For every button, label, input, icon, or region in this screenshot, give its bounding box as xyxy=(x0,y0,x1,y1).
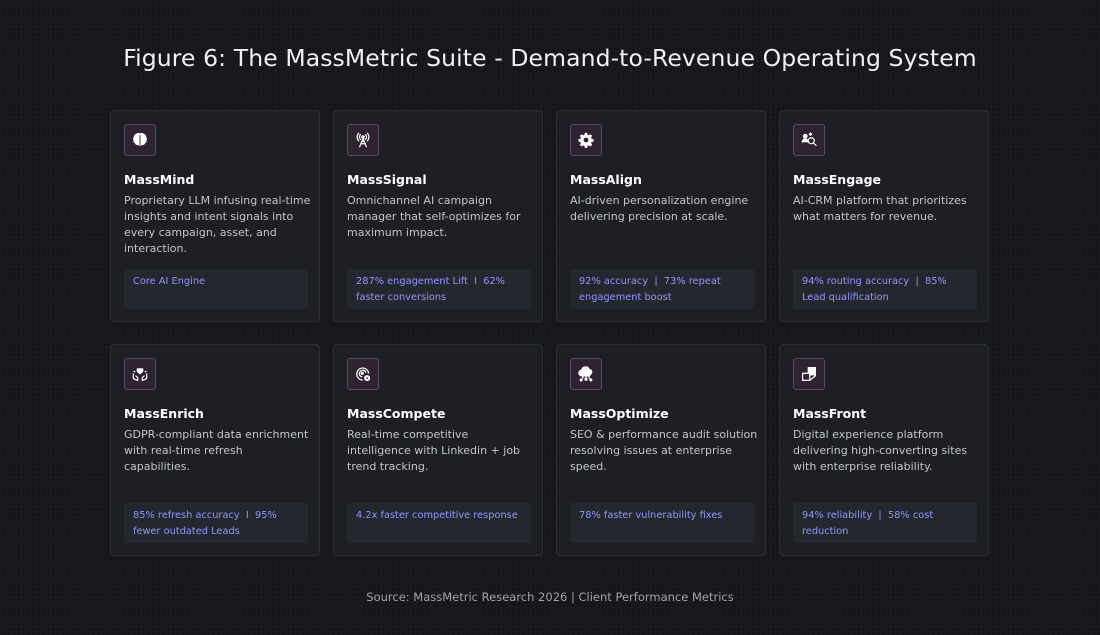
product-name: MassOptimize xyxy=(570,406,669,421)
product-card-massfront: MassFront Digital experience platform de… xyxy=(779,344,989,556)
product-name: MassAlign xyxy=(570,172,642,187)
product-card-massoptimize: MassOptimize SEO & performance audit sol… xyxy=(556,344,766,556)
metric-badge: 78% faster vulnerability fixes xyxy=(570,503,754,543)
product-name: MassCompete xyxy=(347,406,446,421)
metric-badge: 85% refresh accuracy I 95% fewer outdate… xyxy=(124,503,308,543)
layout-frame-icon xyxy=(793,358,825,390)
product-card-massenrich: MassEnrich GDPR-compliant data enrichmen… xyxy=(110,344,320,556)
product-card-masssignal: MassSignal Omnichannel AI campaign manag… xyxy=(333,110,543,322)
signal-tower-icon xyxy=(347,124,379,156)
product-description: Omnichannel AI campaign manager that sel… xyxy=(347,194,521,239)
product-description: SEO & performance audit solution resolvi… xyxy=(570,428,758,473)
product-description: Proprietary LLM infusing real-time insig… xyxy=(124,194,311,255)
product-card-massmind: MassMind Proprietary LLM infusing real-t… xyxy=(110,110,320,322)
target-gear-icon xyxy=(347,358,379,390)
product-description: AI-CRM platform that prioritizes what ma… xyxy=(793,194,967,223)
product-description: Real-time competitive intelligence with … xyxy=(347,428,521,473)
source-caption: Source: MassMetric Research 2026 | Clien… xyxy=(366,590,734,604)
product-card-massengage: MassEngage AI-CRM platform that prioriti… xyxy=(779,110,989,322)
product-description: AI-driven personalization engine deliver… xyxy=(570,194,749,223)
product-name: MassFront xyxy=(793,406,867,421)
hands-care-icon xyxy=(124,358,156,390)
product-card-massalign: MassAlign AI-driven personalization engi… xyxy=(556,110,766,322)
cloud-network-icon xyxy=(570,358,602,390)
product-card-masscompete: MassCompete Real-time competitive intell… xyxy=(333,344,543,556)
gear-icon xyxy=(570,124,602,156)
metric-badge: 4.2x faster competitive response xyxy=(347,503,531,543)
user-search-icon xyxy=(793,124,825,156)
product-name: MassEnrich xyxy=(124,406,204,421)
product-description: GDPR-compliant data enrichment with real… xyxy=(124,428,309,473)
brain-icon xyxy=(124,124,156,156)
product-grid: MassMind Proprietary LLM infusing real-t… xyxy=(0,0,1100,635)
metric-badge: Core AI Engine xyxy=(124,269,308,309)
metric-badge: 94% routing accuracy | 85% Lead qualific… xyxy=(793,269,977,309)
product-name: MassSignal xyxy=(347,172,427,187)
metric-badge: 287% engagement Lift I 62% faster conver… xyxy=(347,269,531,309)
metric-badge: 92% accuracy | 73% repeat engagement boo… xyxy=(570,269,754,309)
product-description: Digital experience platform delivering h… xyxy=(793,428,968,473)
product-name: MassMind xyxy=(124,172,195,187)
metric-badge: 94% reliability | 58% cost reduction xyxy=(793,503,977,543)
product-name: MassEngage xyxy=(793,172,882,187)
